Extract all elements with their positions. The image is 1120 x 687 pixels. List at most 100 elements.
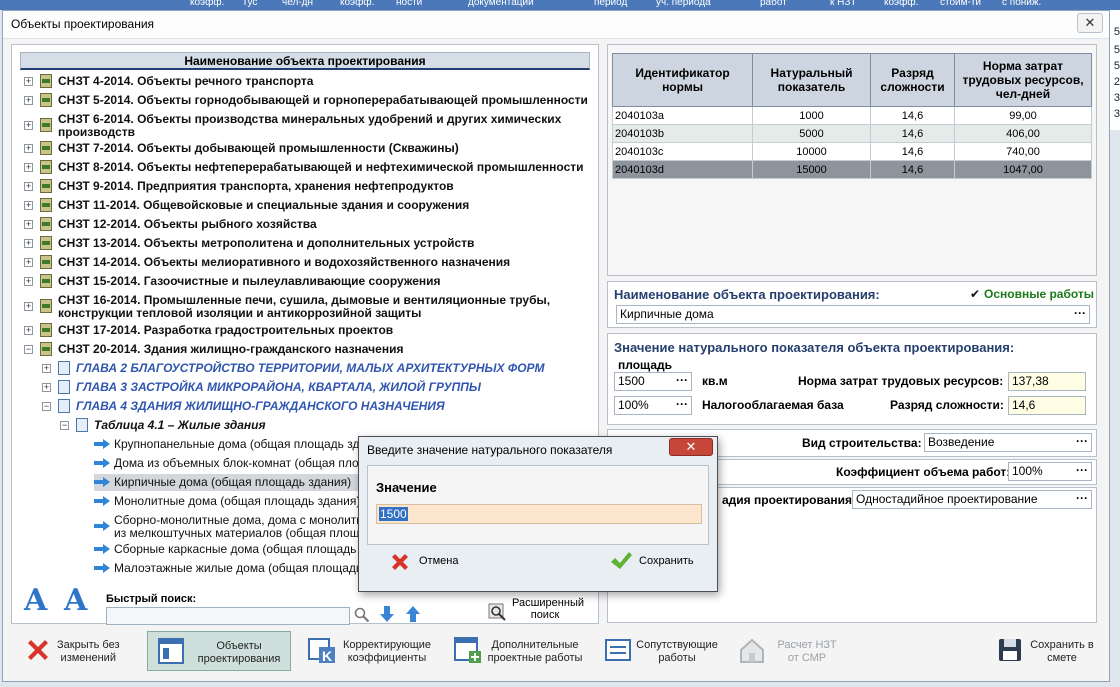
tree-chapter-label: ГЛАВА 2 БЛАГОУСТРОЙСТВО ТЕРРИТОРИИ, МАЛЫ… bbox=[76, 361, 545, 375]
expand-icon[interactable]: + bbox=[24, 182, 33, 191]
document-icon bbox=[58, 380, 70, 394]
expand-icon[interactable]: + bbox=[24, 121, 33, 130]
norms-table: Идентификатор нормы Натуральный показате… bbox=[612, 53, 1092, 179]
related-works-button[interactable]: Сопутствующие работы bbox=[595, 627, 725, 677]
column-header[interactable]: Натуральный показатель bbox=[752, 53, 871, 107]
tree-item-label: СНЗТ 13-2014. Объекты метрополитена и до… bbox=[58, 236, 475, 250]
toolbar-label-line: Закрыть без bbox=[57, 639, 120, 651]
area-value: 1500 bbox=[618, 374, 645, 388]
quick-search-input[interactable] bbox=[106, 607, 350, 625]
design-stage-field[interactable]: Одностадийное проектирование ··· bbox=[852, 490, 1092, 509]
column-header[interactable]: Разряд сложности bbox=[870, 53, 955, 107]
rank-value-field[interactable]: 14,6 bbox=[1008, 396, 1086, 415]
calc-nzt-from-smr-button[interactable]: Расчет НЗТ от СМР bbox=[729, 627, 847, 677]
additional-design-works-button[interactable]: Дополнительные проектные работы bbox=[445, 627, 591, 677]
arrow-down-icon[interactable] bbox=[380, 606, 394, 622]
tree-item-label: СНЗТ 14-2014. Объекты мелиоративного и в… bbox=[58, 255, 511, 269]
expand-icon[interactable]: + bbox=[24, 258, 33, 267]
expand-icon[interactable]: + bbox=[24, 77, 33, 86]
checkmark-icon[interactable]: ✔ bbox=[970, 287, 980, 301]
norms-table-panel: Идентификатор нормы Натуральный показате… bbox=[607, 44, 1097, 276]
floppy-save-icon bbox=[999, 639, 1021, 661]
tree-leaf-selected[interactable]: Кирпичные дома (общая площадь здания) bbox=[94, 474, 364, 491]
table-row-selected[interactable]: 2040103d 15000 14,6 1047,00 bbox=[612, 160, 1092, 179]
snzt-icon bbox=[40, 93, 52, 107]
advanced-search-button[interactable]: Расширенный поиск bbox=[486, 597, 586, 625]
table-cell: 2040103a bbox=[612, 106, 753, 125]
collapse-icon[interactable]: − bbox=[24, 345, 33, 354]
green-check-icon bbox=[611, 552, 632, 569]
document-icon bbox=[58, 361, 70, 375]
tree-item-label: СНЗТ 6-2014. Объекты производства минера… bbox=[58, 112, 562, 126]
expand-icon[interactable]: + bbox=[24, 326, 33, 335]
column-header[interactable]: Норма затрат трудовых ресурсов, чел-дней bbox=[954, 53, 1092, 107]
table-row[interactable]: 2040103c 10000 14,6 740,00 bbox=[612, 142, 1092, 161]
dialog-close-button[interactable]: ✕ bbox=[669, 438, 713, 456]
volume-coefficient-label: Коэффициент объема работ: bbox=[836, 465, 1011, 479]
bg-header: ности bbox=[396, 0, 423, 8]
additional-works-icon bbox=[454, 637, 481, 663]
object-name-group: Наименование объекта проектирования: ✔ О… bbox=[607, 281, 1097, 328]
table-row[interactable]: 2040103a 1000 14,6 99,00 bbox=[612, 106, 1092, 125]
volume-coefficient-value: 100% bbox=[1012, 464, 1043, 478]
snzt-icon bbox=[40, 274, 52, 288]
volume-coefficient-field[interactable]: 100% ··· bbox=[1008, 462, 1092, 481]
ellipsis-icon[interactable]: ··· bbox=[1076, 434, 1088, 450]
table-cell: 740,00 bbox=[954, 142, 1092, 161]
tree-item-label: СНЗТ 15-2014. Газоочистные и пылеулавлив… bbox=[58, 274, 441, 288]
object-name-field[interactable]: Кирпичные дома ··· bbox=[616, 305, 1090, 324]
tree-item-label: СНЗТ 5-2014. Объекты горнодобывающей и г… bbox=[58, 93, 588, 107]
table-row[interactable]: 2040103b 5000 14,6 406,00 bbox=[612, 124, 1092, 143]
column-header[interactable]: Идентификатор нормы bbox=[612, 53, 753, 107]
collapse-icon[interactable]: − bbox=[60, 421, 69, 430]
area-value-field[interactable]: 1500 ··· bbox=[614, 372, 692, 391]
collapse-icon[interactable]: − bbox=[42, 402, 51, 411]
expand-icon[interactable]: + bbox=[42, 383, 51, 392]
tree-leaf-label: Дома из объемных блок-комнат (общая площ… bbox=[114, 456, 383, 470]
snzt-icon bbox=[40, 255, 52, 269]
expand-icon[interactable]: + bbox=[24, 201, 33, 210]
ellipsis-icon[interactable]: ··· bbox=[676, 397, 688, 413]
taxable-base-field[interactable]: 100% ··· bbox=[614, 396, 692, 415]
arrow-up-icon[interactable] bbox=[406, 606, 420, 622]
expand-icon[interactable]: + bbox=[24, 277, 33, 286]
toolbar-label-line: Корректирующие bbox=[342, 639, 432, 651]
bg-header: работ bbox=[760, 0, 787, 8]
expand-icon[interactable]: + bbox=[24, 144, 33, 153]
arrow-right-icon bbox=[94, 439, 110, 449]
natural-indicator-group: Значение натурального показателя объекта… bbox=[607, 333, 1097, 425]
design-objects-button[interactable]: Объекты проектирования bbox=[147, 631, 291, 671]
expand-icon[interactable]: + bbox=[24, 239, 33, 248]
dialog-body: Значение 1500 bbox=[367, 465, 709, 545]
close-window-button[interactable]: ✕ bbox=[1077, 13, 1103, 33]
expand-icon[interactable]: + bbox=[24, 163, 33, 172]
main-works-label[interactable]: Основные работы bbox=[984, 287, 1094, 301]
tree-item-label: СНЗТ 16-2014. Промышленные печи, сушила,… bbox=[58, 293, 551, 307]
ellipsis-icon[interactable]: ··· bbox=[1074, 306, 1086, 322]
expand-icon[interactable]: + bbox=[24, 220, 33, 229]
font-decrease-button[interactable]: A bbox=[64, 583, 87, 618]
toolbar-label-line: Расчет НЗТ bbox=[777, 639, 837, 651]
tree-item-label: СНЗТ 9-2014. Предприятия транспорта, хра… bbox=[58, 179, 454, 193]
document-icon bbox=[58, 399, 70, 413]
expand-icon[interactable]: + bbox=[24, 302, 33, 311]
search-icon[interactable] bbox=[354, 607, 370, 623]
save-to-estimate-button[interactable]: Сохранить в смете bbox=[987, 627, 1099, 677]
bg-header: Тус bbox=[242, 0, 258, 8]
correcting-coefficients-button[interactable]: K Корректирующие коэффициенты bbox=[299, 627, 441, 677]
close-without-changes-button[interactable]: Закрыть без изменений bbox=[15, 627, 139, 677]
font-increase-button[interactable]: A bbox=[24, 583, 47, 618]
taxable-base-label: Налогооблагаемая база bbox=[702, 398, 844, 412]
expand-icon[interactable]: + bbox=[42, 364, 51, 373]
arrow-right-icon bbox=[94, 563, 110, 573]
ellipsis-icon[interactable]: ··· bbox=[1076, 463, 1088, 479]
expand-icon[interactable]: + bbox=[24, 96, 33, 105]
ellipsis-icon[interactable]: ··· bbox=[1076, 491, 1088, 507]
value-input[interactable]: 1500 bbox=[376, 504, 702, 524]
tree-leaf-label: Крупнопанельные дома (общая площадь здан… bbox=[114, 437, 380, 451]
tree-leaf-label: Сборно-монолитные дома, дома с монолитны… bbox=[114, 513, 389, 527]
construction-type-field[interactable]: Возведение ··· bbox=[924, 433, 1092, 452]
tree-leaf-label: Кирпичные дома (общая площадь здания) bbox=[114, 475, 352, 489]
norm-value-field[interactable]: 137,38 bbox=[1008, 372, 1086, 391]
ellipsis-icon[interactable]: ··· bbox=[676, 373, 688, 389]
